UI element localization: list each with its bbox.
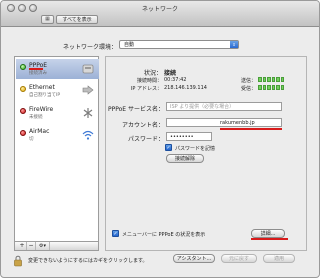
service-name-label: PPPoE サービス名： bbox=[108, 106, 165, 113]
remember-password-label: パスワードを記憶 bbox=[175, 146, 216, 152]
location-select[interactable]: 自動 ⇕ bbox=[119, 40, 239, 49]
annotation-underline bbox=[220, 128, 282, 130]
network-preferences-window: ネットワーク ▦ すべてを表示 ネットワーク環境： 自動 ⇕ PPPoE 接続済… bbox=[0, 0, 320, 278]
show-menu-status-checkbox[interactable]: ✓ bbox=[112, 230, 119, 237]
service-status: 接続済み bbox=[29, 71, 47, 76]
show-menu-status-label: メニューバーに PPPoE の状況を表示 bbox=[122, 232, 206, 238]
service-status: 未接続 bbox=[29, 115, 43, 120]
show-all-button[interactable]: すべてを表示 bbox=[56, 15, 98, 24]
service-status: 自己割り当てIP bbox=[29, 93, 61, 98]
location-value: 自動 bbox=[124, 42, 135, 48]
annotation-underline bbox=[251, 238, 288, 240]
remember-password-checkbox[interactable]: ✓ bbox=[165, 144, 172, 151]
service-name: FireWire bbox=[29, 106, 54, 113]
service-list: PPPoE 接続済み Ethernet 自己割り当てIP FireWire 未接… bbox=[14, 56, 99, 242]
firewire-icon bbox=[83, 108, 93, 118]
assistant-button[interactable]: アシスタント... bbox=[173, 254, 215, 263]
account-name-field[interactable]: rakumenbb.jp bbox=[166, 118, 282, 127]
service-name: AirMac bbox=[29, 128, 50, 135]
wifi-icon bbox=[82, 130, 94, 140]
status-dot-icon bbox=[20, 130, 26, 136]
status-value: 接続 bbox=[164, 70, 177, 77]
service-detail-panel: 状況： 接続 接続時間： 00:37:42 IP アドレス： 218.146.1… bbox=[105, 56, 307, 251]
apply-button[interactable]: 適用 bbox=[263, 254, 295, 263]
checkmark-icon: ✓ bbox=[113, 231, 118, 237]
received-meter bbox=[258, 85, 284, 90]
lock-icon[interactable] bbox=[13, 255, 23, 267]
service-item-ethernet[interactable]: Ethernet 自己割り当てIP bbox=[16, 81, 99, 101]
window-title: ネットワーク bbox=[141, 6, 178, 13]
title-bar: ネットワーク ▦ すべてを表示 bbox=[1, 1, 319, 27]
service-name-field[interactable]: ISP より提供（必要な場合） bbox=[166, 102, 282, 111]
password-label: パスワード： bbox=[127, 136, 164, 143]
location-label: ネットワーク環境： bbox=[63, 44, 118, 51]
service-item-airmac[interactable]: AirMac 切 bbox=[16, 125, 99, 145]
status-label: 状況： bbox=[143, 70, 162, 77]
password-field[interactable]: •••••••• bbox=[166, 132, 212, 141]
remove-service-button[interactable]: − bbox=[27, 242, 36, 250]
sent-meter bbox=[258, 77, 284, 82]
lock-message: 変更できないようにするにはカギをクリックします。 bbox=[28, 258, 148, 264]
received-label: 受信： bbox=[240, 86, 256, 92]
account-name-label: アカウント名： bbox=[121, 122, 164, 129]
add-service-button[interactable]: + bbox=[18, 242, 27, 250]
service-status: 切 bbox=[29, 137, 34, 142]
service-item-firewire[interactable]: FireWire 未接続 bbox=[16, 103, 99, 123]
account-name-value: rakumenbb.jp bbox=[220, 120, 255, 126]
status-dot-icon bbox=[20, 86, 26, 92]
grid-view-button[interactable]: ▦ bbox=[41, 15, 54, 24]
chevron-updown-icon: ⇕ bbox=[230, 41, 238, 48]
ip-address-label: IP アドレス： bbox=[130, 86, 162, 92]
disconnect-button[interactable]: 接続解除 bbox=[166, 154, 204, 163]
gear-icon[interactable]: ⚙▾ bbox=[36, 242, 50, 250]
phone-icon bbox=[82, 64, 94, 74]
annotation-underline bbox=[29, 68, 43, 70]
checkmark-icon: ✓ bbox=[166, 145, 171, 151]
grid-icon: ▦ bbox=[45, 16, 50, 22]
status-dot-icon bbox=[20, 108, 26, 114]
connect-time-label: 接続時間： bbox=[136, 78, 162, 84]
status-dot-icon bbox=[20, 64, 26, 70]
connect-time-value: 00:37:42 bbox=[164, 77, 187, 83]
service-name: Ethernet bbox=[29, 84, 55, 91]
revert-button[interactable]: 元に戻す bbox=[221, 254, 257, 263]
sent-label: 送信： bbox=[240, 78, 256, 84]
ethernet-icon bbox=[82, 85, 94, 95]
ip-address-value: 218.146.139.114 bbox=[164, 85, 207, 91]
advanced-button[interactable]: 詳細... bbox=[251, 229, 285, 238]
service-list-toolbar: + − ⚙▾ bbox=[14, 242, 99, 251]
